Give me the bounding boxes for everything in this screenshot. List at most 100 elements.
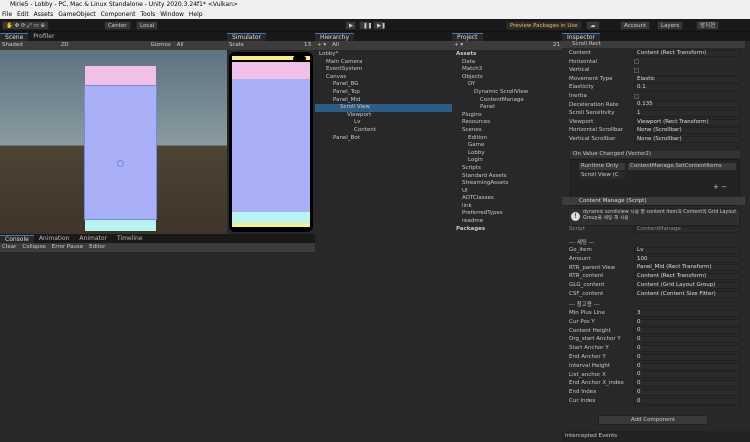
step-button[interactable]: ▶❚ [373, 21, 386, 30]
project-item[interactable]: DY [452, 81, 562, 89]
menu-item[interactable]: Edit [17, 10, 29, 19]
field-value[interactable]: 0 [634, 371, 740, 379]
scene-viewport[interactable] [0, 50, 227, 234]
menu-item[interactable]: GameObject [58, 10, 95, 19]
project-item[interactable]: Plugins [452, 112, 562, 120]
menu-item[interactable]: Component [101, 10, 136, 19]
hand-tool-icon[interactable]: ✋ ✥ ⟳ ⤢ ▭ ⊕ [2, 21, 50, 30]
console-button[interactable]: Error Pause [52, 243, 83, 252]
event-add-remove[interactable]: + − [713, 183, 727, 191]
hierarchy-item[interactable]: Main Camera [315, 59, 452, 67]
account-dropdown[interactable]: Account [620, 21, 651, 30]
hierarchy-item[interactable]: Panel_Bot [315, 135, 452, 143]
field-value[interactable]: 0 [634, 353, 740, 361]
pivot-handle-icon[interactable] [117, 160, 124, 167]
play-button[interactable]: ▶ [345, 21, 356, 30]
project-item[interactable]: Edition [452, 135, 562, 143]
console-button[interactable]: Collapse [22, 243, 45, 252]
project-item[interactable]: ContentManage [452, 97, 562, 105]
view-mode-toggle[interactable]: 2D [61, 41, 69, 50]
hierarchy-item[interactable]: Panel_Mid [315, 97, 452, 105]
hierarchy-item[interactable]: Panel_Top [315, 89, 452, 97]
scale-value[interactable]: 13 [304, 41, 315, 50]
menu-item[interactable]: Window [160, 10, 184, 19]
shading-dropdown[interactable]: Shaded [2, 41, 23, 50]
project-item[interactable]: Assets [452, 51, 562, 59]
checkbox[interactable] [634, 93, 639, 99]
pause-button[interactable]: ❚❚ [359, 21, 372, 30]
field-value[interactable]: Content (Grid Layout Group) [634, 281, 740, 289]
rect-gizmo[interactable] [84, 85, 157, 220]
project-item[interactable]: Standard Assets [452, 173, 562, 181]
menu-item[interactable]: Tools [140, 10, 155, 19]
intercepted-events-bar[interactable]: Intercepted Events [562, 431, 750, 442]
tab-console-1[interactable]: Animation [34, 235, 75, 243]
project-item[interactable]: Objects [452, 74, 562, 82]
field-value[interactable]: 0 [634, 397, 740, 405]
hierarchy-item[interactable]: Lobby* [315, 51, 452, 59]
tab-console-0[interactable]: Console [0, 235, 34, 243]
field-value[interactable]: Content (Rect Transform) [634, 49, 740, 57]
tab-simulator[interactable]: Simulator [227, 33, 266, 41]
runtime-dropdown[interactable]: Runtime Only [579, 163, 625, 170]
field-value[interactable]: None (Scrollbar) [634, 135, 740, 143]
field-value[interactable]: 100 [634, 255, 740, 263]
checkbox[interactable] [634, 67, 639, 73]
project-item[interactable]: Panel [452, 104, 562, 112]
field-value[interactable]: 0 [634, 318, 740, 326]
scene-search[interactable]: All [177, 41, 184, 50]
field-value[interactable]: 0 [634, 327, 740, 335]
project-item[interactable]: readme [452, 218, 562, 226]
hierarchy-item[interactable]: Lv [315, 119, 452, 127]
project-item[interactable]: Lobby [452, 150, 562, 158]
field-value[interactable]: 0.135 [634, 101, 740, 109]
tab-profiler[interactable]: Profiler [28, 33, 59, 41]
create-button[interactable]: + ▾ [317, 41, 326, 50]
project-item[interactable]: StreamingAssets [452, 180, 562, 188]
tab-scene[interactable]: Scene [0, 33, 29, 41]
field-value[interactable]: Viewport (Rect Transform) [634, 118, 740, 126]
menu-item[interactable]: File [2, 10, 12, 19]
hierarchy-search[interactable]: All [332, 41, 339, 50]
event-object-field[interactable]: Scroll View (C [579, 172, 625, 179]
project-item[interactable]: PreferredTypes [452, 210, 562, 218]
content-manage-header[interactable]: Content Manage (Script) [562, 197, 745, 205]
field-value[interactable]: 0 [634, 344, 740, 352]
tab-project[interactable]: Project [452, 33, 483, 41]
cloud-icon[interactable]: ☁ [586, 21, 600, 30]
tab-hierarchy[interactable]: Hierarchy [315, 33, 355, 41]
field-value[interactable]: Content (Content Size Fitter) [634, 290, 740, 298]
field-value[interactable]: 0.1 [634, 84, 740, 92]
scroll-rect-header[interactable]: Scroll Rect [562, 41, 745, 48]
project-item[interactable]: Resources [452, 119, 562, 127]
menu-item[interactable]: Assets [34, 10, 54, 19]
project-item[interactable]: Dynamic ScrollView [452, 89, 562, 97]
script-field[interactable]: ContentManage [634, 225, 740, 233]
project-item[interactable]: Data [452, 59, 562, 67]
project-item[interactable]: Scenes [452, 127, 562, 135]
preview-packages-badge[interactable]: Preview Packages in Use [506, 21, 582, 30]
field-value[interactable]: 0 [634, 380, 740, 388]
project-item[interactable]: UI [452, 188, 562, 196]
field-value[interactable]: Content (Rect Transform) [634, 273, 740, 281]
project-item[interactable]: Packages [452, 226, 562, 234]
project-item[interactable]: Game [452, 142, 562, 150]
hierarchy-item[interactable]: EventSystem [315, 66, 452, 74]
sim-panel-mid[interactable] [232, 79, 310, 212]
layout-dropdown[interactable]: 방지현 [696, 21, 720, 30]
tab-console-2[interactable]: Animator [74, 235, 112, 243]
field-value[interactable]: 0 [634, 362, 740, 370]
field-value[interactable]: Lv [634, 246, 740, 254]
hierarchy-item[interactable]: Content [315, 127, 452, 135]
project-item[interactable]: Scripts [452, 165, 562, 173]
console-button[interactable]: Clear [2, 243, 16, 252]
field-value[interactable]: 1 [634, 109, 740, 117]
field-value[interactable]: None (Scrollbar) [634, 127, 740, 135]
pivot-center-button[interactable]: Center [104, 21, 131, 30]
function-dropdown[interactable]: ContentManage.SetContentItems [628, 163, 736, 170]
field-value[interactable]: Panel_Mid (Rect Transform) [634, 264, 740, 272]
hierarchy-item[interactable]: Canvas [315, 74, 452, 82]
project-item[interactable]: Match3 [452, 66, 562, 74]
project-create-button[interactable]: + ▾ [454, 41, 463, 50]
field-value[interactable]: 3 [634, 309, 740, 317]
